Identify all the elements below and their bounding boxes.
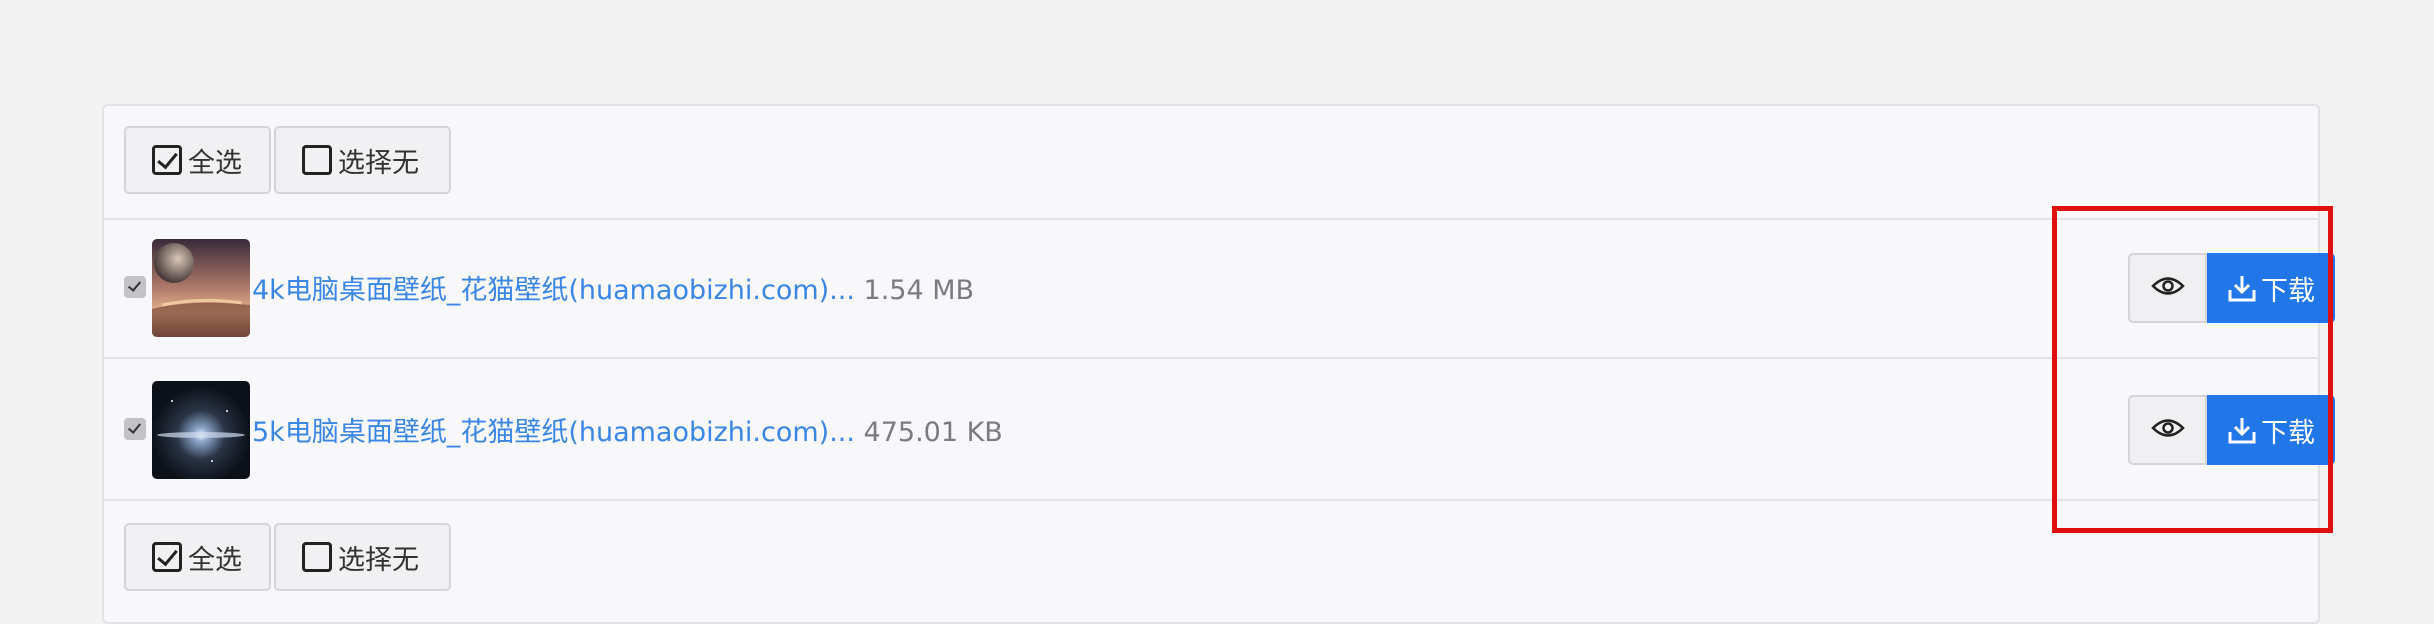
download-icon — [2227, 273, 2257, 303]
file-name-link[interactable]: 4k电脑桌面壁纸_花猫壁纸(huamaobizhi.com)... 1.54 M… — [252, 268, 974, 307]
select-none-button[interactable]: 选择无 — [274, 126, 451, 194]
select-all-label: 全选 — [188, 147, 242, 179]
select-all-label: 全选 — [188, 544, 242, 576]
file-name[interactable]: 5k电脑桌面壁纸_花猫壁纸(huamaobizhi.com)... — [252, 417, 855, 448]
empty-box-icon — [302, 145, 332, 175]
select-all-button[interactable]: 全选 — [124, 523, 271, 591]
file-size: 1.54 MB — [863, 275, 975, 306]
download-button[interactable]: 下载 — [2207, 253, 2335, 323]
file-checkbox[interactable] — [124, 276, 146, 298]
file-name-link[interactable]: 5k电脑桌面壁纸_花猫壁纸(huamaobizhi.com)... 475.01… — [252, 410, 1003, 449]
select-none-button[interactable]: 选择无 — [274, 523, 451, 591]
select-none-label: 选择无 — [338, 544, 419, 576]
file-name[interactable]: 4k电脑桌面壁纸_花猫壁纸(huamaobizhi.com)... — [252, 275, 855, 306]
file-list-panel: 全选 选择无 4k电脑桌面壁纸_花猫壁纸(huamaobizhi.com)...… — [102, 104, 2335, 624]
file-thumbnail — [152, 239, 250, 337]
file-size: 475.01 KB — [863, 417, 1003, 448]
download-icon — [2227, 415, 2257, 445]
checked-box-icon — [152, 542, 182, 572]
bottom-toolbar: 全选 选择无 — [104, 503, 2318, 615]
download-label: 下载 — [2261, 417, 2315, 449]
download-button[interactable]: 下载 — [2207, 395, 2335, 465]
select-none-label: 选择无 — [338, 147, 419, 179]
select-all-button[interactable]: 全选 — [124, 126, 271, 194]
top-toolbar: 全选 选择无 — [104, 106, 2318, 220]
eye-icon — [2150, 417, 2185, 443]
preview-button[interactable] — [2128, 253, 2207, 323]
file-thumbnail — [152, 381, 250, 479]
empty-box-icon — [302, 542, 332, 572]
preview-button[interactable] — [2128, 395, 2207, 465]
file-row: 4k电脑桌面壁纸_花猫壁纸(huamaobizhi.com)... 1.54 M… — [104, 218, 2335, 359]
eye-icon — [2150, 275, 2185, 301]
file-checkbox[interactable] — [124, 418, 146, 440]
download-label: 下载 — [2261, 275, 2315, 307]
checked-box-icon — [152, 145, 182, 175]
file-row: 5k电脑桌面壁纸_花猫壁纸(huamaobizhi.com)... 475.01… — [104, 360, 2335, 501]
